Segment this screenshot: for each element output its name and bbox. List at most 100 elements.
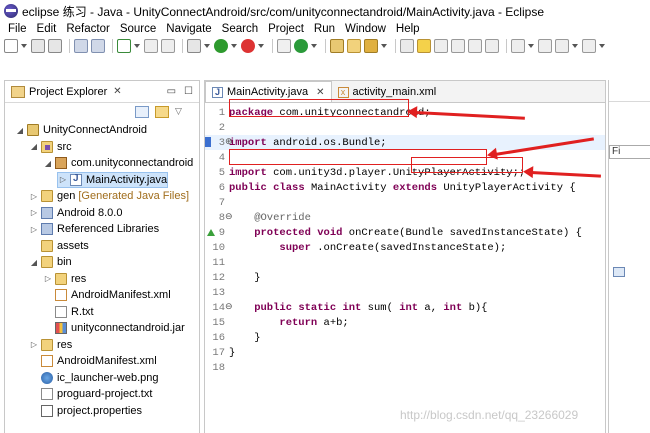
- chevron-down-icon[interactable]: [599, 44, 605, 48]
- tree-item[interactable]: project.properties: [29, 403, 142, 419]
- last-edit-icon[interactable]: [538, 39, 552, 53]
- debug-icon[interactable]: [187, 39, 201, 53]
- code-line[interactable]: 2: [205, 120, 605, 135]
- menu-item-window[interactable]: Window: [345, 23, 386, 35]
- fold-toggle-icon[interactable]: ⊖: [225, 301, 233, 312]
- collapsed-arrow-icon[interactable]: ▷: [58, 175, 68, 184]
- open-task-icon[interactable]: [347, 39, 361, 53]
- chevron-down-icon[interactable]: [258, 44, 264, 48]
- new-java-project-icon[interactable]: [277, 39, 291, 53]
- tree-item[interactable]: ▷ res: [29, 337, 72, 353]
- save-icon[interactable]: [31, 39, 45, 53]
- chevron-down-icon[interactable]: [204, 44, 210, 48]
- code-line[interactable]: 11: [205, 255, 605, 270]
- forward-icon[interactable]: [582, 39, 596, 53]
- window-icon[interactable]: [144, 39, 158, 53]
- menu-item-source[interactable]: Source: [120, 23, 156, 35]
- external-tools-icon[interactable]: [241, 39, 255, 53]
- toggle-mark-icon[interactable]: [434, 39, 448, 53]
- tree-item[interactable]: AndroidManifest.xml: [43, 287, 171, 303]
- highlight-icon[interactable]: [417, 39, 431, 53]
- chevron-down-icon[interactable]: [134, 44, 140, 48]
- code-line[interactable]: 13: [205, 285, 605, 300]
- chevron-down-icon[interactable]: [572, 44, 578, 48]
- print-icon[interactable]: [74, 39, 88, 53]
- run-icon[interactable]: [214, 39, 228, 53]
- chevron-down-icon[interactable]: [231, 44, 237, 48]
- tree-item[interactable]: ◢ com.unityconnectandroid: [43, 155, 193, 171]
- menu-item-navigate[interactable]: Navigate: [166, 23, 211, 35]
- pin-icon[interactable]: [400, 39, 414, 53]
- menu-item-edit[interactable]: Edit: [37, 23, 57, 35]
- expanded-arrow-icon[interactable]: ◢: [29, 142, 39, 151]
- collapsed-arrow-icon[interactable]: ▷: [29, 192, 39, 201]
- code-line[interactable]: 7: [205, 195, 605, 210]
- filter-input[interactable]: Fi: [609, 145, 650, 159]
- close-icon[interactable]: ✕: [316, 87, 324, 98]
- tree-item[interactable]: ◢ src: [29, 139, 72, 155]
- fold-toggle-icon[interactable]: ⊕: [225, 136, 233, 147]
- code-line[interactable]: 14 public static int sum( int a, int b){: [205, 300, 605, 315]
- chevron-down-icon[interactable]: [528, 44, 534, 48]
- menu-item-refactor[interactable]: Refactor: [66, 23, 109, 35]
- expanded-arrow-icon[interactable]: ◢: [15, 126, 25, 135]
- collapsed-arrow-icon[interactable]: ▷: [43, 274, 53, 283]
- code-line[interactable]: 6 public class MainActivity extends Unity…: [205, 180, 605, 195]
- chevron-down-icon[interactable]: [21, 44, 27, 48]
- tree-item[interactable]: AndroidManifest.xml: [29, 353, 157, 369]
- tree-item[interactable]: ▷ Referenced Libraries: [29, 221, 159, 237]
- layout-icon[interactable]: [161, 39, 175, 53]
- tree-item[interactable]: ▷ MainActivity.java: [57, 171, 169, 188]
- collapsed-arrow-icon[interactable]: ▷: [29, 340, 39, 349]
- tree-item[interactable]: R.txt: [43, 304, 94, 320]
- open-type-icon[interactable]: [330, 39, 344, 53]
- chevron-down-icon[interactable]: [311, 44, 317, 48]
- back-icon[interactable]: [555, 39, 569, 53]
- expanded-arrow-icon[interactable]: ◢: [29, 258, 39, 267]
- terminal-icon[interactable]: [91, 39, 105, 53]
- tree-item[interactable]: ▷ gen [Generated Java Files]: [29, 188, 189, 204]
- format-icon[interactable]: [485, 39, 499, 53]
- block-select-icon[interactable]: [451, 39, 465, 53]
- close-icon[interactable]: ✕: [113, 86, 121, 97]
- code-line[interactable]: 16 }: [205, 330, 605, 345]
- view-menu-icon[interactable]: ▽: [175, 106, 189, 118]
- tree-item[interactable]: proguard-project.txt: [29, 386, 152, 402]
- menu-item-search[interactable]: Search: [222, 23, 258, 35]
- expanded-arrow-icon[interactable]: ◢: [43, 159, 53, 168]
- chevron-down-icon[interactable]: [381, 44, 387, 48]
- bookmark-marker-icon[interactable]: [205, 137, 211, 147]
- collapse-all-icon[interactable]: [135, 106, 149, 118]
- menu-item-file[interactable]: File: [8, 23, 27, 35]
- tree-item[interactable]: ◢ UnityConnectAndroid: [15, 122, 147, 138]
- code-line[interactable]: 18: [205, 360, 605, 375]
- tree-item[interactable]: ic_launcher-web.png: [29, 370, 159, 386]
- checkbox-icon[interactable]: [117, 39, 131, 53]
- new-class-icon[interactable]: [294, 39, 308, 53]
- view-icon[interactable]: [613, 267, 625, 277]
- code-line[interactable]: 8 @Override: [205, 210, 605, 225]
- tree-item[interactable]: assets: [29, 238, 89, 254]
- new-icon[interactable]: [4, 39, 18, 53]
- code-line[interactable]: 12 }: [205, 270, 605, 285]
- collapsed-arrow-icon[interactable]: ▷: [29, 225, 39, 234]
- pencil-icon[interactable]: [364, 39, 378, 53]
- maximize-icon[interactable]: ☐: [184, 86, 193, 97]
- save-all-icon[interactable]: [48, 39, 62, 53]
- next-annotation-icon[interactable]: [511, 39, 525, 53]
- minimize-icon[interactable]: ▭: [167, 86, 176, 97]
- show-whitespace-icon[interactable]: [468, 39, 482, 53]
- collapsed-arrow-icon[interactable]: ▷: [29, 208, 39, 217]
- project-explorer-tab[interactable]: Project Explorer ✕ ▭ ☐: [5, 81, 199, 103]
- tree-item[interactable]: ▷ res: [43, 271, 86, 287]
- fold-toggle-icon[interactable]: ⊖: [225, 211, 233, 222]
- menu-item-run[interactable]: Run: [314, 23, 335, 35]
- tree-item[interactable]: ◢ bin: [29, 254, 72, 270]
- override-marker-icon[interactable]: [207, 229, 215, 236]
- tree-item[interactable]: ▷ Android 8.0.0: [29, 205, 122, 221]
- tree-item[interactable]: unityconnectandroid.jar: [43, 320, 185, 336]
- link-with-editor-icon[interactable]: [155, 106, 169, 118]
- menu-item-project[interactable]: Project: [268, 23, 304, 35]
- code-line[interactable]: 17}: [205, 345, 605, 360]
- code-line[interactable]: 10 super .onCreate(savedInstanceState);: [205, 240, 605, 255]
